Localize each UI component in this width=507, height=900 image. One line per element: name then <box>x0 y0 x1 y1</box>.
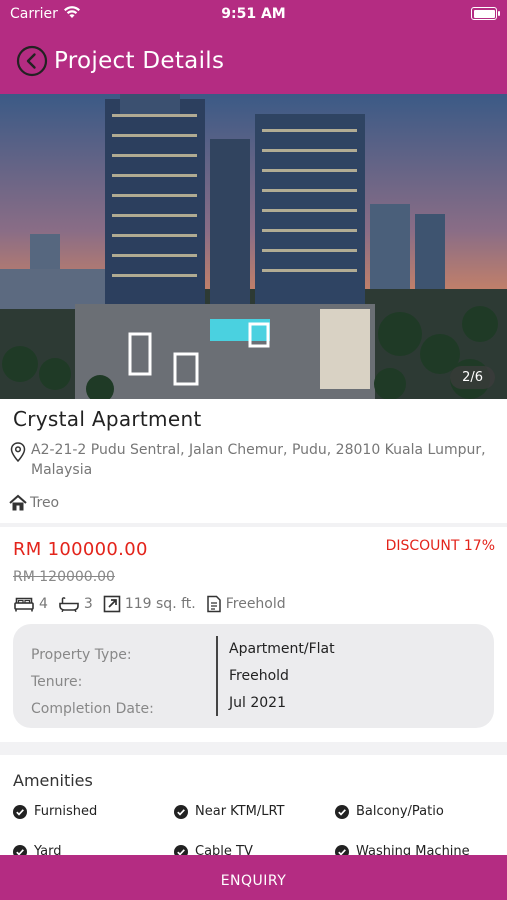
details-values: Apartment/Flat Freehold Jul 2021 <box>229 636 335 717</box>
check-circle-icon <box>174 804 188 819</box>
amenity-label: Near KTM/LRT <box>195 804 285 819</box>
bedrooms-count: 4 <box>39 596 48 612</box>
discount-badge: DISCOUNT 17% <box>385 538 495 554</box>
battery-icon <box>471 7 500 20</box>
area-value: 119 sq. ft. <box>124 596 196 612</box>
project-rendering-image <box>0 94 507 399</box>
amenity-label: Balcony/Patio <box>356 804 444 819</box>
original-price: RM 120000.00 <box>13 569 115 585</box>
chevron-left-circle-icon <box>16 45 48 77</box>
tenure-value: Freehold <box>225 596 286 612</box>
completion-date-value: Jul 2021 <box>229 695 286 711</box>
pricing-card: RM 100000.00 DISCOUNT 17% RM 120000.00 4… <box>0 527 507 742</box>
property-type-value: Apartment/Flat <box>229 641 335 657</box>
spec-row: 4 3 119 sq. ft. Freehold <box>13 595 296 613</box>
project-address: A2-21-2 Pudu Sentral, Jalan Chemur, Pudu… <box>31 442 486 478</box>
bathrooms-count: 3 <box>83 596 93 612</box>
tenure-spec: Freehold <box>206 595 286 613</box>
address-row: A2-21-2 Pudu Sentral, Jalan Chemur, Pudu… <box>10 440 500 480</box>
page-title: Project Details <box>54 48 225 74</box>
project-name: Crystal Apartment <box>13 407 202 431</box>
developer-name: Treo <box>30 495 60 511</box>
clock: 9:51 AM <box>221 6 286 22</box>
bathrooms-spec: 3 <box>58 596 93 612</box>
header-bar: Carrier 9:51 AM Project Details <box>0 0 507 94</box>
current-price: RM 100000.00 <box>13 539 148 560</box>
house-icon <box>9 494 27 511</box>
details-labels: Property Type: Tenure: Completion Date: <box>31 642 154 723</box>
image-counter: 2/6 <box>450 366 495 389</box>
developer-row: Treo <box>8 494 59 512</box>
tenure-label: Tenure: <box>31 674 83 690</box>
bed-icon <box>14 597 34 612</box>
back-button[interactable] <box>16 45 48 77</box>
location-pin-icon <box>10 442 26 462</box>
document-icon <box>206 595 221 613</box>
check-circle-icon <box>335 804 349 819</box>
project-summary-card: Crystal Apartment A2-21-2 Pudu Sentral, … <box>0 399 507 523</box>
enquiry-button[interactable]: ENQUIRY <box>0 855 507 900</box>
bathtub-icon <box>59 597 79 612</box>
bedrooms-spec: 4 <box>13 596 48 612</box>
completion-date-label: Completion Date: <box>31 701 154 717</box>
amenities-title: Amenities <box>13 771 93 790</box>
nav-bar: Project Details <box>16 42 224 80</box>
check-circle-icon <box>13 804 27 819</box>
property-details-box: Property Type: Tenure: Completion Date: … <box>13 624 494 728</box>
amenity-item: Balcony/Patio <box>335 804 444 819</box>
area-spec: 119 sq. ft. <box>103 595 196 613</box>
divider <box>216 636 218 716</box>
expand-arrow-icon <box>103 595 121 613</box>
amenity-item: Near KTM/LRT <box>174 804 285 819</box>
amenity-label: Furnished <box>34 804 98 819</box>
amenity-item: Furnished <box>13 804 97 819</box>
status-bar: Carrier 9:51 AM <box>0 0 507 28</box>
property-type-label: Property Type: <box>31 647 132 663</box>
tenure-detail-value: Freehold <box>229 668 289 684</box>
project-image-carousel[interactable]: 2/6 <box>0 94 507 399</box>
